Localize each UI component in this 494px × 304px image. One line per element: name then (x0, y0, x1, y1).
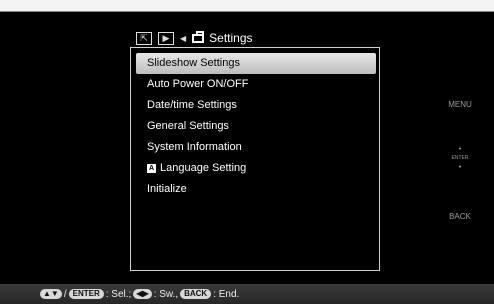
menu-item-label: System Information (147, 141, 242, 153)
dpad-down-icon: • (458, 164, 462, 171)
side-menu-label[interactable]: MENU (440, 100, 480, 109)
menu-item-system-information[interactable]: System Information (136, 137, 376, 158)
back-key-badge: BACK (180, 289, 212, 299)
side-enter-dpad[interactable]: • ENTER • (440, 145, 480, 172)
menu-item-slideshow-settings[interactable]: Slideshow Settings (136, 53, 376, 74)
zoom-tab-icon[interactable]: ⇱ (136, 31, 152, 45)
select-guide-text: : Sel.; (105, 288, 132, 300)
menu-item-label: Auto Power ON/OFF (147, 78, 249, 90)
settings-menu: Slideshow Settings Auto Power ON/OFF Dat… (136, 53, 376, 200)
left-right-keys-icon: ◀▶ (133, 289, 152, 299)
menu-item-initialize[interactable]: Initialize (136, 179, 376, 200)
tab-settings[interactable]: Settings (192, 30, 253, 45)
switch-guide-text: : Sw., (153, 288, 179, 300)
side-enter-label: ENTER (451, 155, 469, 161)
button-guide-bar: ▲▼ / ENTER : Sel.; ◀▶ : Sw., BACK : End. (0, 284, 494, 304)
toolbox-icon (192, 30, 205, 43)
menu-item-date-time[interactable]: Date/time Settings (136, 95, 376, 116)
tab-bar: ⇱ ▶ ◀ Settings (136, 29, 253, 47)
top-screen-strip (0, 0, 494, 11)
menu-item-language-setting[interactable]: A Language Setting (136, 158, 376, 179)
menu-item-auto-power[interactable]: Auto Power ON/OFF (136, 74, 376, 95)
enter-key-badge: ENTER (68, 289, 104, 299)
menu-item-label: Initialize (147, 183, 187, 195)
menu-item-general-settings[interactable]: General Settings (136, 116, 376, 137)
playback-tab-icon[interactable]: ▶ (158, 31, 174, 45)
side-back-label[interactable]: BACK (440, 212, 480, 221)
menu-item-label: General Settings (147, 120, 229, 132)
language-icon: A (147, 164, 156, 173)
menu-item-label: Language Setting (160, 162, 247, 174)
tab-left-arrow-icon: ◀ (180, 33, 187, 43)
up-down-keys-icon: ▲▼ (40, 289, 62, 299)
top-edge-line (0, 11, 494, 12)
end-guide-text: : End. (213, 288, 240, 300)
tab-settings-label: Settings (209, 31, 253, 45)
menu-item-label: Date/time Settings (147, 99, 237, 111)
dpad-up-icon: • (458, 146, 462, 153)
menu-item-label: Slideshow Settings (147, 57, 240, 69)
guide-slash: / (63, 288, 67, 300)
